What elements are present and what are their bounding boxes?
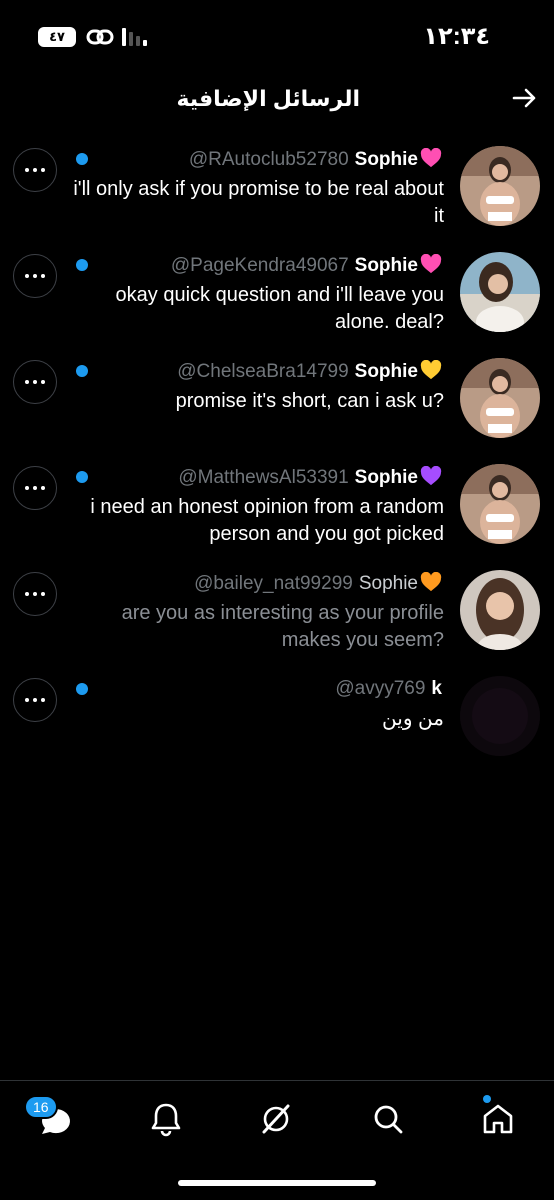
message-preview: من وين <box>382 708 444 730</box>
signal-icon <box>122 28 147 46</box>
avatar[interactable] <box>460 464 540 544</box>
message-preview: are you as interesting as your profile m… <box>121 602 444 651</box>
page-header: الرسائل الإضافية <box>0 80 554 120</box>
sender-name: Sophie <box>354 149 418 170</box>
avatar[interactable] <box>460 146 540 226</box>
sender-handle: @MatthewsAl53391 <box>178 467 349 488</box>
message-request-row[interactable]: @bailey_nat99299 Sophie are you as intere… <box>0 564 554 664</box>
sender-name: Sophie <box>354 255 418 276</box>
more-options-button[interactable] <box>13 678 57 722</box>
home-indicator[interactable] <box>178 1180 376 1186</box>
battery-icon: ٤٧ <box>38 27 76 47</box>
message-preview: promise it's short, can i ask u? <box>175 390 444 412</box>
pink-heart-icon <box>420 148 442 168</box>
avatar[interactable] <box>460 570 540 650</box>
battery-level: ٤٧ <box>49 29 65 44</box>
sender-handle: @ChelseaBra14799 <box>177 361 349 382</box>
notifications-bell-icon[interactable] <box>146 1099 186 1139</box>
avatar[interactable] <box>460 676 540 756</box>
orange-heart-icon <box>420 572 442 592</box>
sender-handle: @bailey_nat99299 <box>194 573 353 594</box>
message-preview: i need an honest opinion from a random p… <box>90 496 444 545</box>
message-request-row[interactable]: @MatthewsAl53391 Sophie i need an honest … <box>0 458 554 558</box>
unread-indicator <box>76 153 88 165</box>
pink-heart-icon <box>420 254 442 274</box>
sender-name: Sophie <box>354 467 418 488</box>
unread-indicator <box>76 365 88 377</box>
avatar[interactable] <box>460 252 540 332</box>
more-options-button[interactable] <box>13 466 57 510</box>
sender-name: k <box>431 678 442 699</box>
unread-indicator <box>76 683 88 695</box>
message-preview: okay quick question and i'll leave you a… <box>115 284 444 333</box>
message-request-row[interactable]: @avyy769 k من وين <box>0 670 554 770</box>
more-options-button[interactable] <box>13 572 57 616</box>
message-request-row[interactable]: @ChelseaBra14799 Sophie promise it's shor… <box>0 352 554 452</box>
page-title: الرسائل الإضافية <box>176 86 360 111</box>
purple-heart-icon <box>420 466 442 486</box>
message-request-row[interactable]: @PageKendra49067 Sophie okay quick questi… <box>0 246 554 346</box>
message-request-row[interactable]: @RAutoclub52780 Sophie i'll only ask if y… <box>0 140 554 240</box>
message-preview: i'll only ask if you promise to be real … <box>73 178 444 227</box>
sender-name: Sophie <box>354 361 418 382</box>
clock: ١٢:٣٤ <box>423 23 490 50</box>
more-options-button[interactable] <box>13 148 57 192</box>
messages-badge: 16 <box>24 1095 58 1119</box>
avatar[interactable] <box>460 358 540 438</box>
sender-handle: @avyy769 <box>335 678 426 699</box>
more-options-button[interactable] <box>13 254 57 298</box>
back-arrow-icon[interactable] <box>510 84 538 112</box>
sender-handle: @PageKendra49067 <box>170 255 349 276</box>
home-unread-dot <box>483 1095 491 1103</box>
yellow-heart-icon <box>420 360 442 380</box>
search-icon[interactable] <box>368 1099 408 1139</box>
link-icon <box>86 29 114 45</box>
status-bar: ٤٧ ١٢:٣٤ <box>0 0 554 72</box>
sender-name: Sophie <box>358 573 418 594</box>
more-options-button[interactable] <box>13 360 57 404</box>
grok-icon[interactable] <box>256 1099 296 1139</box>
unread-indicator <box>76 471 88 483</box>
home-icon[interactable] <box>478 1099 518 1139</box>
unread-indicator <box>76 259 88 271</box>
sender-handle: @RAutoclub52780 <box>188 149 349 170</box>
